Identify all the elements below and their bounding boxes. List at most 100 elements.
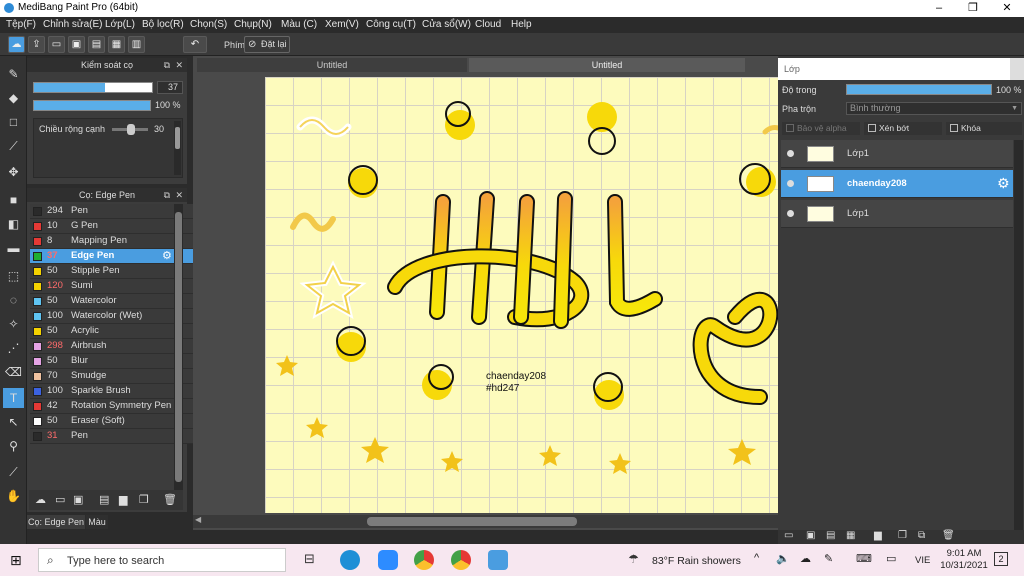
weather-text[interactable]: 83°F Rain showers [652, 555, 741, 567]
menu-help[interactable]: Help [511, 19, 532, 30]
blend-mode-select[interactable]: Bình thường ▼ [846, 102, 1022, 115]
add-brush-icon[interactable]: ▣ [73, 493, 83, 506]
panel-close-icon[interactable]: ✕ [175, 188, 183, 202]
select-eraser-icon[interactable]: ⌫ [3, 362, 24, 382]
gear-icon[interactable]: ⚙ [162, 249, 172, 263]
menu-layer[interactable]: Lớp(L) [105, 19, 135, 30]
brush-list-scrollbar[interactable] [174, 204, 183, 490]
horizontal-scroll-thumb[interactable] [367, 517, 577, 526]
brush-tool-icon[interactable]: ✎ [3, 64, 24, 84]
menu-filter[interactable]: Bộ lọc(R) [142, 19, 184, 30]
minimize-button[interactable]: – [922, 0, 956, 17]
menu-cloud[interactable]: Cloud [475, 19, 501, 30]
folder-icon[interactable]: ▆ [874, 530, 882, 541]
medibang-taskbar-icon[interactable] [488, 550, 508, 570]
brush-size-slider[interactable] [33, 82, 153, 93]
settings-scrollbar[interactable] [174, 121, 181, 175]
settings-scroll-thumb[interactable] [175, 127, 180, 149]
comment-icon[interactable]: ▭ [48, 36, 65, 53]
tab-untitled-2[interactable]: Untitled [469, 58, 745, 72]
duplicate-icon[interactable]: ❐ [139, 493, 149, 506]
new-8bit-layer-icon[interactable]: ▤ [826, 530, 835, 541]
menu-tools[interactable]: Công cụ(T) [366, 19, 416, 30]
lock-toggle[interactable]: Khóa [946, 122, 1022, 135]
panel-icon[interactable]: ▥ [128, 36, 145, 53]
duplicate-layer-icon[interactable]: ❐ [898, 530, 907, 541]
visibility-icon[interactable] [787, 150, 794, 157]
drawing-canvas[interactable]: chaenday208 #hd247 [265, 77, 778, 513]
magic-wand-icon[interactable]: ✧ [3, 314, 24, 334]
layers-scrollbar[interactable] [1014, 140, 1023, 530]
select-pen-icon[interactable]: ⋰ [3, 338, 24, 358]
new-halftone-layer-icon[interactable]: ▣ [806, 530, 815, 541]
delete-layer-icon[interactable]: 🗑 [942, 530, 955, 541]
brush-size-value[interactable]: 37 [157, 81, 183, 94]
panel-close-icon[interactable]: ✕ [175, 58, 183, 72]
edge-browser-icon[interactable] [340, 550, 360, 570]
line-tool-icon[interactable]: ⟋ [3, 136, 24, 156]
notification-icon[interactable]: 2 [994, 552, 1008, 566]
new-brush-icon[interactable]: ▭ [55, 493, 65, 506]
cloud-icon[interactable]: ☁ [8, 36, 25, 53]
expand-icon[interactable]: ⧉ [164, 58, 170, 72]
gradient-tool-icon[interactable]: ▬ [3, 238, 24, 258]
zoom-icon[interactable] [378, 550, 398, 570]
horizontal-scrollbar[interactable]: ◀ [193, 515, 778, 528]
language-indicator[interactable]: VIE [915, 555, 930, 566]
network-icon[interactable]: ▭ [886, 552, 896, 565]
bucket-tool-icon[interactable]: ◧ [3, 214, 24, 234]
move-tool-icon[interactable]: ✥ [3, 162, 24, 182]
visibility-icon[interactable] [787, 180, 794, 187]
chrome-icon[interactable] [414, 550, 434, 570]
edge-width-knob[interactable] [126, 124, 135, 135]
pen-icon[interactable]: ✎ [824, 552, 833, 565]
material-icon[interactable]: ▣ [68, 36, 85, 53]
clipping-toggle[interactable]: Xén bớt [864, 122, 942, 135]
menu-color[interactable]: Màu (C) [281, 19, 317, 30]
menu-view[interactable]: Xem(V) [325, 19, 359, 30]
clipping-checkbox[interactable] [868, 124, 876, 132]
tab-brush[interactable]: Cọ: Edge Pen [27, 515, 85, 529]
lock-checkbox[interactable] [950, 124, 958, 132]
scroll-left-icon[interactable]: ◀ [195, 515, 201, 524]
menu-edit[interactable]: Chỉnh sửa(E) [43, 19, 103, 30]
chevron-up-icon[interactable]: ^ [754, 552, 759, 564]
brush-opacity-slider[interactable] [33, 100, 151, 111]
eraser-tool-icon[interactable]: ◆ [3, 88, 24, 108]
select-tool-icon[interactable]: ⬚ [3, 266, 24, 286]
menu-capture[interactable]: Chụp(N) [234, 19, 272, 30]
layer-row[interactable]: Lớp1 [781, 200, 1013, 228]
visibility-icon[interactable] [787, 210, 794, 217]
menu-file[interactable]: Tệp(F) [6, 19, 36, 30]
hand-tool-icon[interactable]: ✋ [3, 486, 24, 506]
reset-button[interactable]: ⊘ Đặt lại [244, 36, 290, 53]
gear-icon[interactable]: ⚙ [997, 175, 1010, 192]
fill-rect-tool-icon[interactable]: ■ [3, 190, 24, 210]
search-box[interactable]: ⌕ Type here to search [38, 548, 286, 572]
layers-header-scroll[interactable] [1010, 58, 1024, 80]
clock[interactable]: 9:01 AM 10/31/2021 [940, 548, 988, 572]
task-view-icon[interactable]: ⊟ [304, 551, 315, 567]
delete-brush-icon[interactable]: 🗑 [163, 493, 177, 506]
layer-opacity-slider[interactable] [846, 84, 992, 95]
windows-start-icon[interactable]: ⊞ [10, 552, 22, 569]
dropper-icon[interactable]: ⟋ [3, 462, 24, 482]
expand-icon[interactable]: ⧉ [164, 188, 170, 202]
protect-alpha-checkbox[interactable] [786, 124, 794, 132]
edge-width-slider[interactable] [112, 124, 148, 135]
layer-row[interactable]: Lớp1 [781, 140, 1013, 168]
keyboard-icon[interactable]: ⌨ [856, 552, 872, 565]
cloud-brush-icon[interactable]: ☁ [35, 493, 46, 506]
add-layer-dropdown-icon[interactable]: ▦ [846, 530, 855, 541]
tab-color[interactable]: Màu [86, 515, 108, 529]
eyedropper-icon[interactable]: ⚲ [3, 436, 24, 456]
protect-alpha-toggle[interactable]: Bảo vệ alpha [782, 122, 860, 135]
undo-icon[interactable]: ↶ [183, 36, 207, 53]
close-button[interactable]: ✕ [990, 0, 1024, 17]
grid-icon[interactable]: ▦ [108, 36, 125, 53]
chrome-profile-icon[interactable] [451, 550, 471, 570]
merge-layer-icon[interactable]: ⧉ [918, 530, 925, 541]
folder-icon[interactable]: ▆ [119, 493, 127, 506]
lasso-tool-icon[interactable]: ◌ [3, 290, 24, 310]
edit-brush-icon[interactable]: ▤ [99, 493, 109, 506]
